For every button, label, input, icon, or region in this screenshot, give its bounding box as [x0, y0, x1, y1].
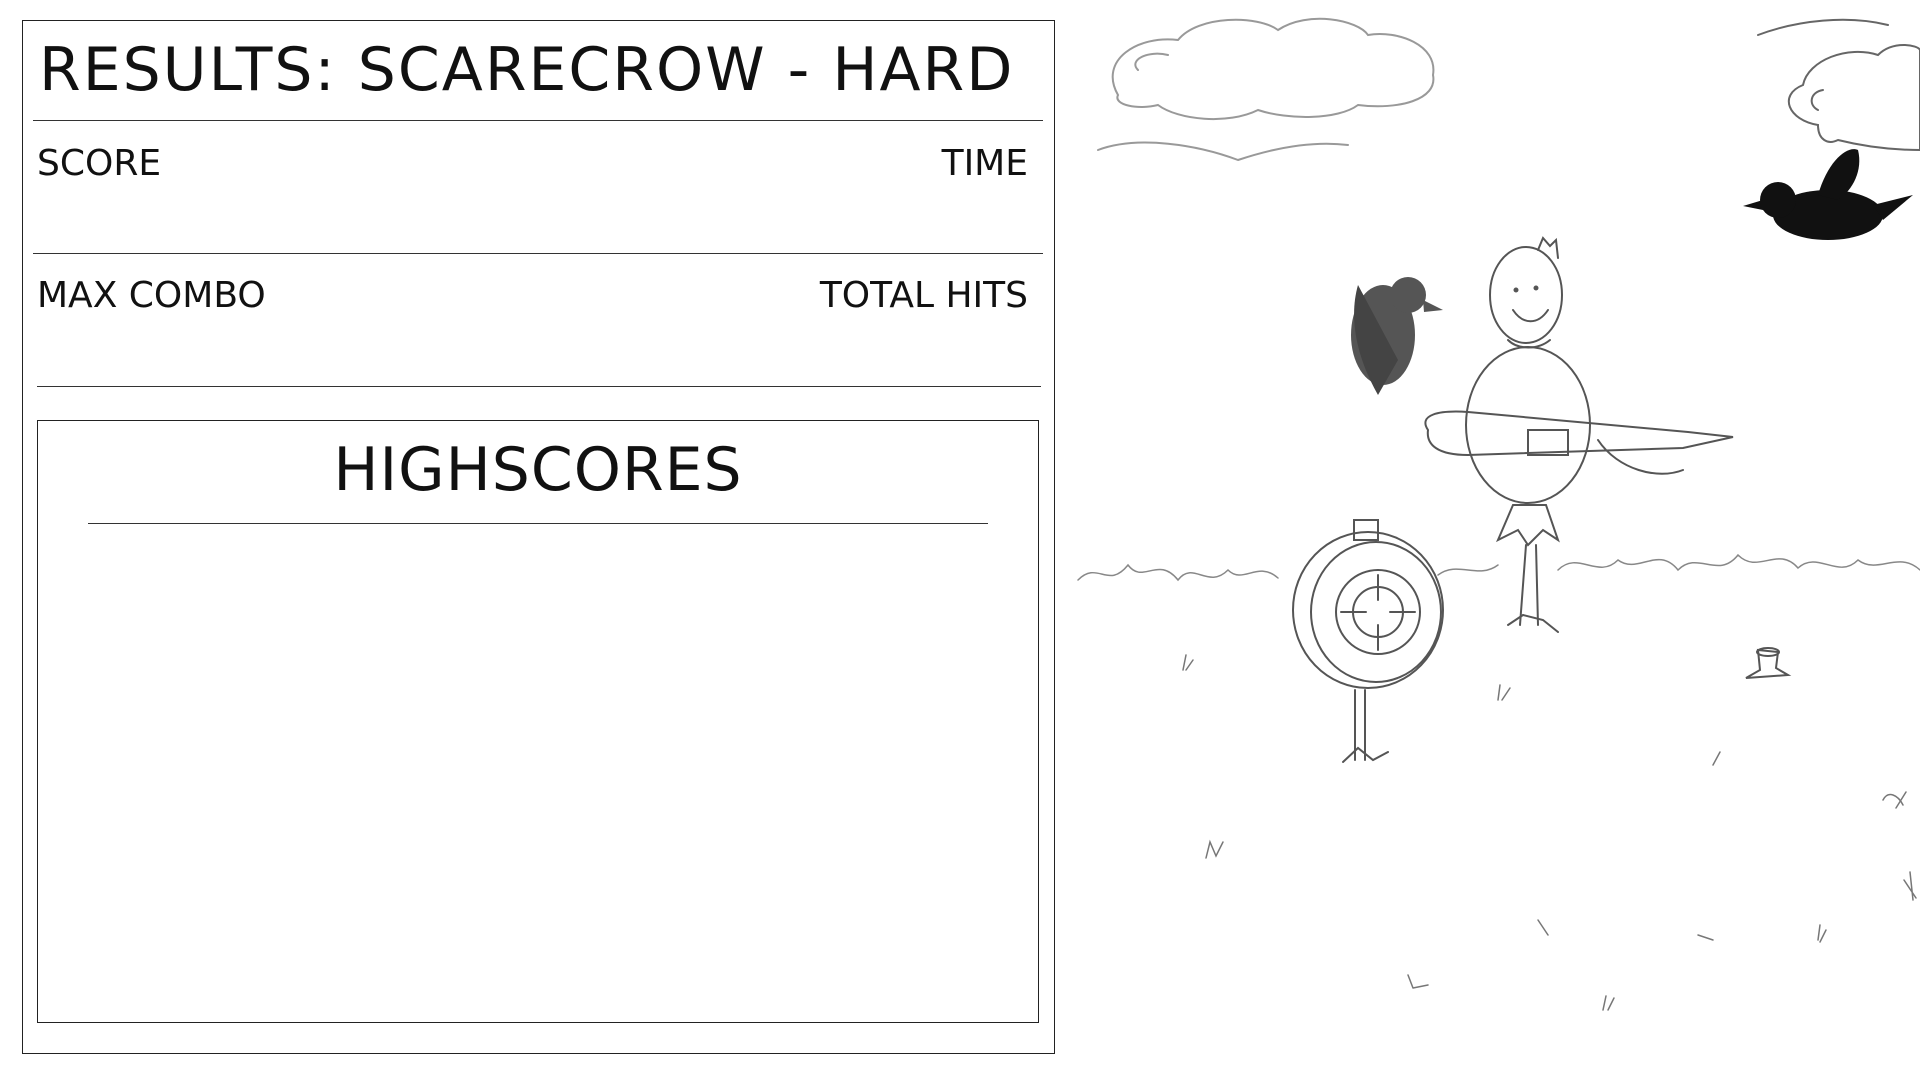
results-panel: RESULTS: SCARECROW - HARD SCORE TIME MAX…: [22, 20, 1055, 1054]
title-divider: [33, 120, 1043, 121]
score-label: SCORE: [37, 143, 162, 184]
stats-bottom-divider: [37, 386, 1041, 387]
stats-divider: [33, 253, 1043, 254]
cloud-left: [1097, 17, 1435, 162]
crow-flying: [1743, 149, 1913, 240]
highscores-divider: [88, 523, 988, 524]
cloud-right: [1757, 18, 1920, 152]
tree-stump: [1745, 647, 1792, 679]
max-combo-label: MAX COMBO: [37, 275, 266, 316]
grass-line: [1077, 553, 1920, 582]
results-title: RESULTS: SCARECROW - HARD: [39, 35, 1015, 105]
total-hits-label: TOTAL HITS: [819, 275, 1028, 316]
highscores-list: [88, 541, 988, 1001]
scene-drawing: [1077, 17, 1920, 1011]
sword: [1424, 410, 1734, 475]
time-label: TIME: [941, 143, 1028, 184]
highscores-box: HIGHSCORES: [37, 420, 1039, 1023]
game-scene: [1058, 0, 1920, 1080]
grass-tufts: [1182, 654, 1917, 1011]
target-board: [1292, 519, 1444, 763]
crow-perched: [1351, 277, 1443, 395]
highscores-title: HIGHSCORES: [333, 435, 743, 505]
